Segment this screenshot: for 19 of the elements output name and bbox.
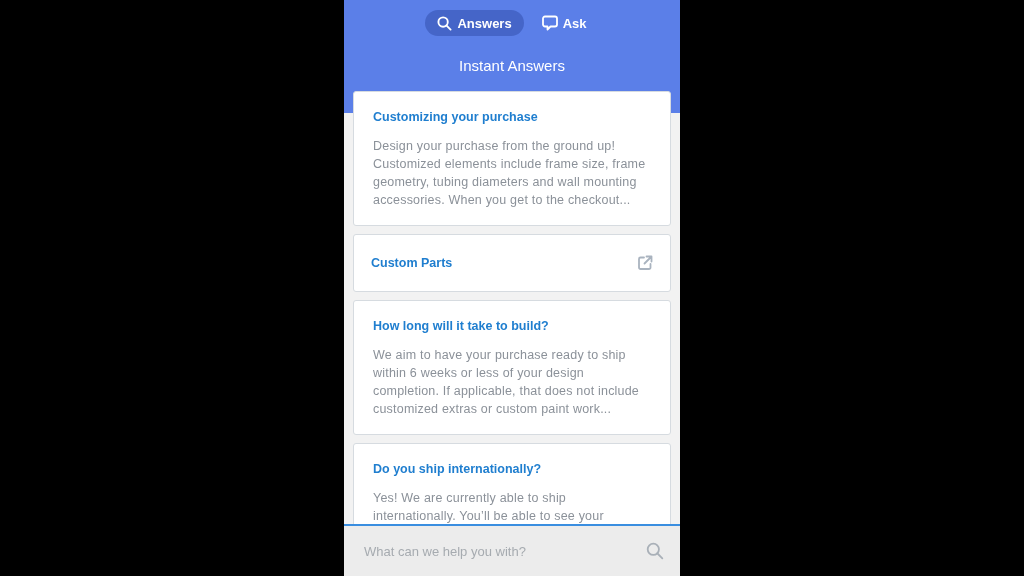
search-field[interactable]: What can we help you with? bbox=[344, 524, 680, 576]
card-title: Custom Parts bbox=[371, 256, 453, 270]
card-title: Do you ship internationally? bbox=[373, 462, 543, 476]
tab[interactable]: Ask bbox=[529, 10, 599, 36]
card-title: Customizing your purchase bbox=[373, 110, 539, 124]
answer-card[interactable]: Custom Parts bbox=[353, 234, 671, 292]
card-text: Design your purchase from the ground up! Customized elements include frame size, frame geometry, tubing diameters and wall mounting accessories. When you get to the checkout... bbox=[373, 138, 647, 209]
card-text: We aim to have your purchase ready to ship within 6 weeks or less of your design completion. If applicable, that does not include customized extras or custom paint work... bbox=[373, 347, 640, 418]
answer-card[interactable] bbox=[353, 300, 671, 435]
search-icon bbox=[646, 542, 664, 560]
card-title: How long will it take to build? bbox=[373, 319, 550, 333]
panel-title: Instant Answers bbox=[459, 57, 565, 74]
tab[interactable]: Answers bbox=[425, 10, 524, 36]
search-icon bbox=[437, 15, 453, 31]
speech-bubble-icon bbox=[541, 15, 558, 31]
card-text: Yes! We are currently able to ship internationally. You’ll be able to see your bbox=[373, 490, 605, 524]
answer-card[interactable] bbox=[353, 91, 671, 226]
external-link-icon bbox=[637, 255, 653, 271]
answer-card[interactable]: Do you ship internationally? Yes! We are currently able to ship internationally. You’ll be able to see your bbox=[353, 443, 671, 524]
